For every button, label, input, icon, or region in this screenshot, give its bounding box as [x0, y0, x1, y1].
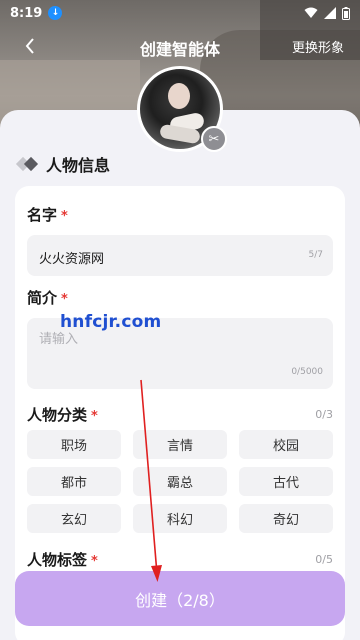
- required-mark: *: [91, 554, 98, 569]
- category-chip[interactable]: 职场: [27, 430, 121, 459]
- intro-label: 简介 *: [27, 287, 68, 308]
- category-chip[interactable]: 古代: [239, 467, 333, 496]
- required-mark: *: [91, 409, 98, 424]
- download-icon: ↓: [48, 6, 63, 20]
- section-header: 人物信息: [15, 152, 111, 176]
- name-label: 名字 *: [27, 204, 68, 225]
- diamond-icon: [15, 156, 40, 172]
- category-chip[interactable]: 都市: [27, 467, 121, 496]
- battery-icon: [342, 6, 350, 20]
- wifi-icon: [304, 7, 318, 18]
- status-bar: 8:19 ↓: [0, 0, 360, 26]
- category-chip[interactable]: 言情: [133, 430, 227, 459]
- category-chip[interactable]: 玄幻: [27, 504, 121, 533]
- category-label-text: 人物分类: [27, 406, 88, 424]
- top-nav: 创建智能体 更换形象: [0, 28, 360, 64]
- change-look-button[interactable]: 更换形象: [292, 37, 344, 56]
- category-label: 人物分类 *: [27, 404, 98, 425]
- category-options: 职场 言情 校园 都市 霸总 古代 玄幻 科幻 奇幻: [27, 430, 333, 533]
- tags-label-text: 人物标签: [27, 551, 88, 569]
- name-value: 火火资源网: [39, 252, 105, 267]
- signal-icon: [324, 7, 336, 19]
- name-input[interactable]: 火火资源网 5/7: [27, 235, 333, 276]
- section-title: 人物信息: [46, 156, 111, 175]
- name-label-text: 名字: [27, 206, 58, 224]
- name-counter: 5/7: [308, 250, 323, 260]
- scissors-icon[interactable]: ✂: [201, 126, 227, 152]
- category-chip[interactable]: 科幻: [133, 504, 227, 533]
- create-button[interactable]: 创建（2/8）: [15, 571, 345, 626]
- required-mark: *: [61, 209, 68, 224]
- category-chip[interactable]: 奇幻: [239, 504, 333, 533]
- category-chip[interactable]: 霸总: [133, 467, 227, 496]
- tags-label: 人物标签 *: [27, 549, 98, 570]
- required-mark: *: [61, 292, 68, 307]
- avatar-container[interactable]: ✂: [137, 66, 227, 152]
- category-counter: 0/3: [315, 408, 333, 421]
- watermark-text: hnfcjr.com: [60, 312, 162, 332]
- category-chip[interactable]: 校园: [239, 430, 333, 459]
- status-time: 8:19: [10, 5, 43, 21]
- intro-counter: 0/5000: [291, 367, 323, 377]
- tags-counter: 0/5: [315, 553, 333, 566]
- intro-label-text: 简介: [27, 289, 58, 307]
